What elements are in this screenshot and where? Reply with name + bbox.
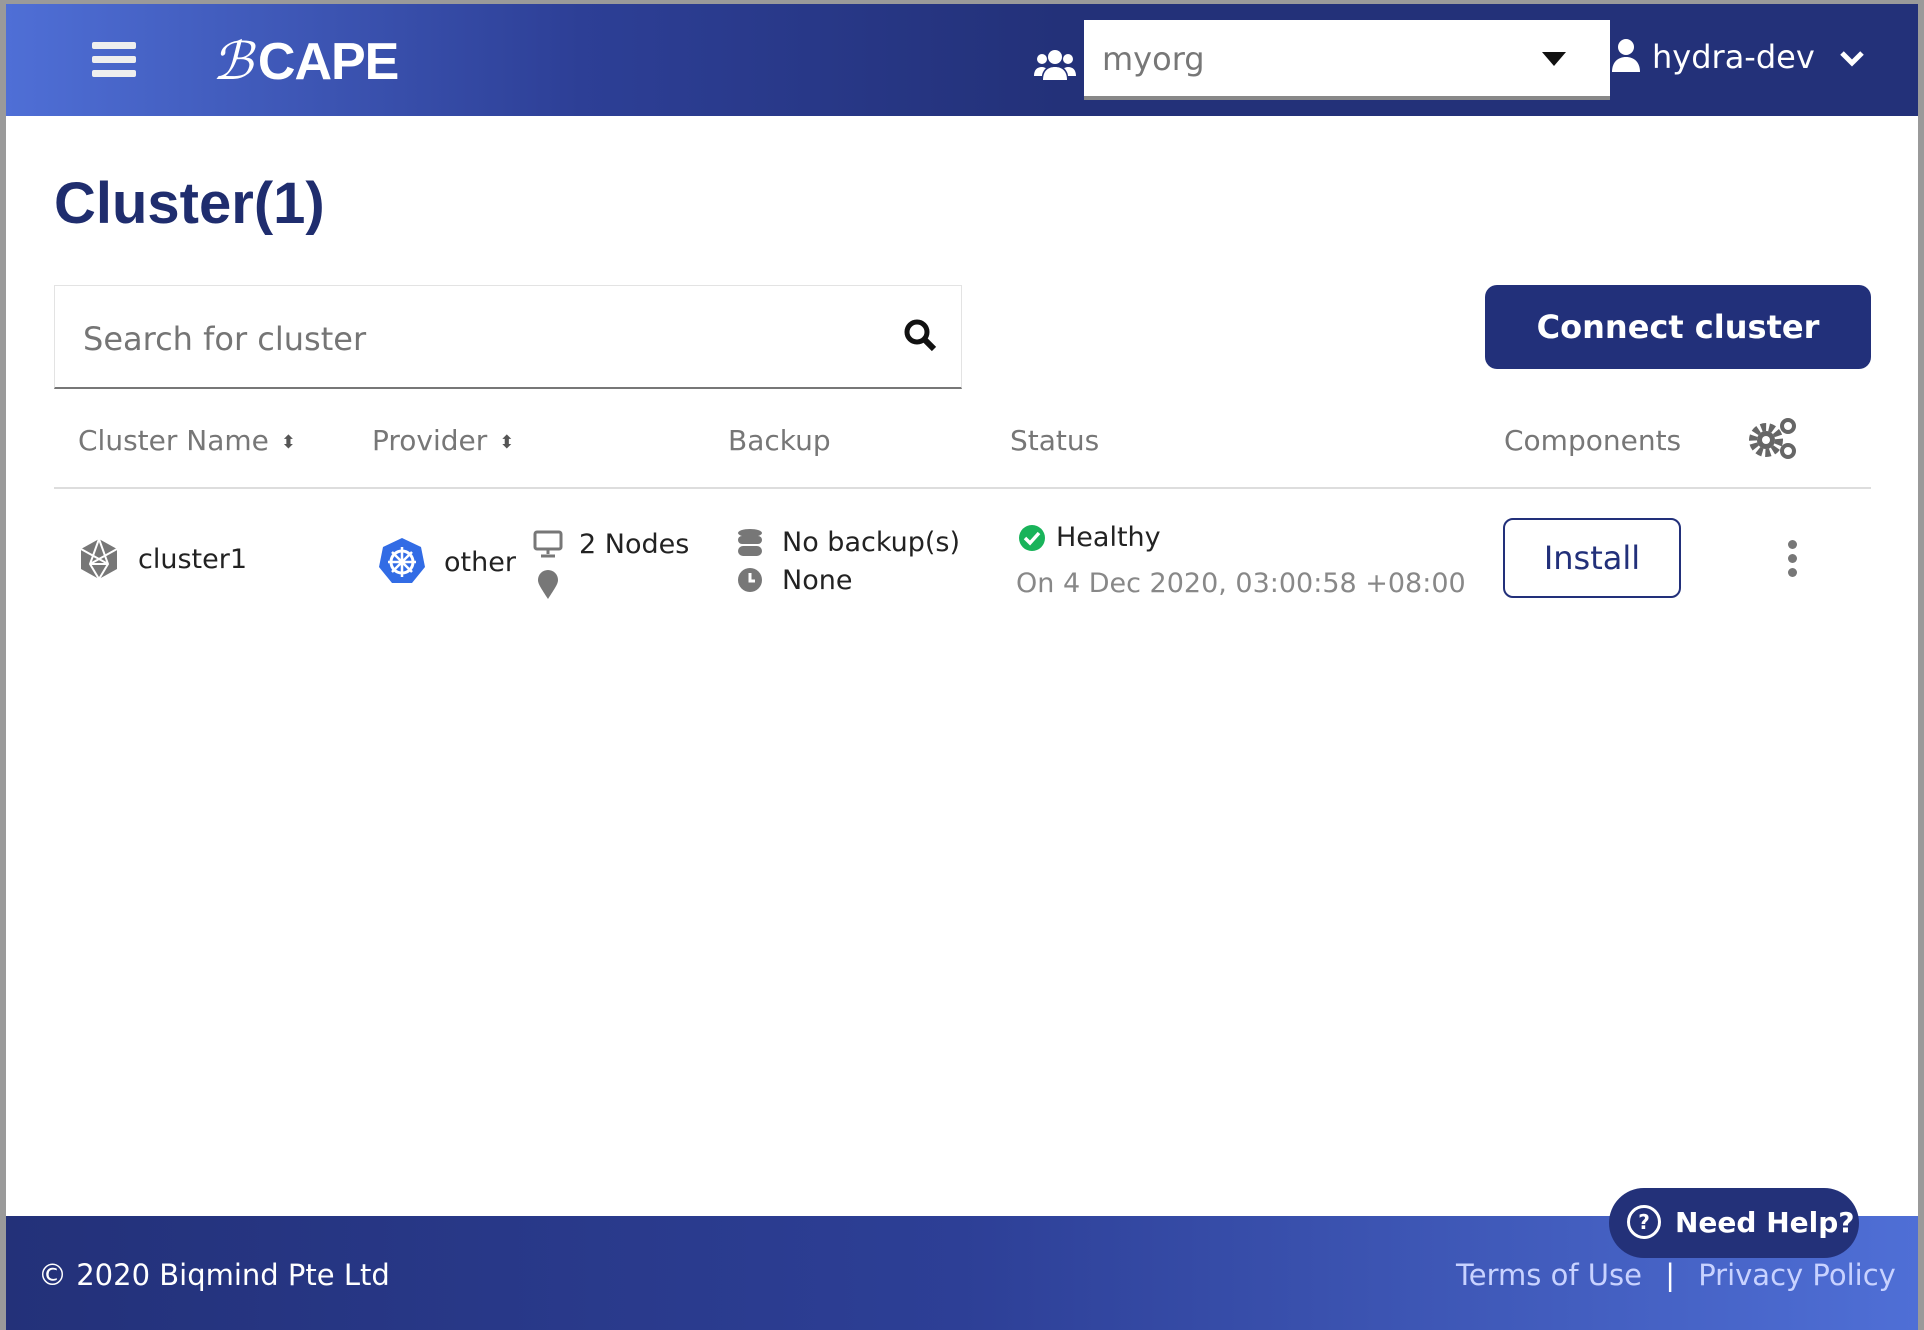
need-help-button[interactable]: ? Need Help? (1609, 1188, 1859, 1258)
column-components: Components (1504, 424, 1682, 457)
privacy-link[interactable]: Privacy Policy (1698, 1258, 1896, 1292)
org-select-value: myorg (1102, 40, 1205, 78)
column-backup: Backup (728, 424, 831, 457)
users-icon (1034, 50, 1076, 80)
column-label: Provider (372, 424, 488, 457)
top-bar: ℬ CAPE myorg hydra-dev (6, 4, 1918, 116)
column-status: Status (1010, 424, 1100, 457)
page-title: Cluster(1) (54, 171, 325, 236)
user-icon (1612, 39, 1640, 72)
check-circle-icon (1019, 525, 1045, 551)
provider-name: other (444, 547, 516, 578)
hamburger-menu-icon[interactable] (92, 42, 136, 78)
cluster-name[interactable]: cluster1 (138, 544, 247, 575)
column-provider[interactable]: Provider ⬍ (372, 424, 514, 457)
status-time: On 4 Dec 2020, 03:00:58 +08:00 (1016, 568, 1466, 599)
logo-text: CAPE (257, 33, 399, 91)
clock-icon (738, 568, 762, 592)
sort-icon: ⬍ (499, 431, 515, 453)
backup-time: None (782, 565, 853, 596)
chevron-down-icon (1840, 51, 1864, 67)
header-divider (54, 487, 1871, 489)
column-label: Cluster Name (78, 424, 269, 457)
connect-cluster-button[interactable]: Connect cluster (1485, 285, 1871, 369)
question-icon: ? (1627, 1205, 1661, 1239)
backup-status: No backup(s) (782, 527, 961, 558)
caret-down-icon (1542, 52, 1566, 66)
logo[interactable]: ℬ CAPE (212, 32, 399, 92)
search-icon[interactable] (903, 318, 937, 352)
user-name: hydra-dev (1652, 38, 1815, 76)
gears-icon[interactable] (1748, 416, 1800, 460)
help-label: Need Help? (1675, 1206, 1855, 1239)
database-icon (738, 529, 762, 556)
org-select[interactable]: myorg (1084, 20, 1610, 100)
search-input[interactable] (83, 320, 863, 358)
kubernetes-icon (379, 538, 425, 583)
monitor-icon (533, 530, 563, 558)
terms-link[interactable]: Terms of Use (1456, 1258, 1642, 1292)
location-pin-icon (538, 570, 558, 599)
footer-separator: | (1665, 1258, 1675, 1292)
user-menu[interactable]: hydra-dev (1612, 38, 1865, 76)
column-cluster-name[interactable]: Cluster Name ⬍ (78, 424, 296, 457)
copyright: © 2020 Biqmind Pte Ltd (38, 1258, 390, 1292)
install-button[interactable]: Install (1503, 518, 1681, 598)
sort-icon: ⬍ (280, 431, 296, 453)
cluster-icon (80, 538, 118, 580)
more-options-icon[interactable] (1788, 540, 1798, 582)
status-text: Healthy (1056, 522, 1161, 553)
node-count: 2 Nodes (579, 529, 690, 560)
search-box[interactable] (54, 285, 962, 389)
